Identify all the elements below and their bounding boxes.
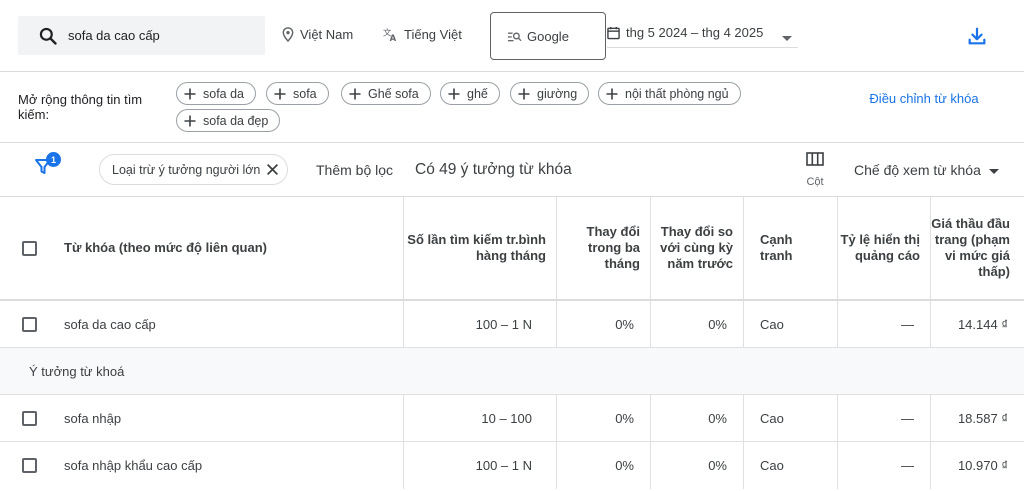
plus-icon xyxy=(274,88,286,100)
yoy-cell: 0% xyxy=(650,301,743,347)
select-all-cell xyxy=(22,197,42,299)
competition-cell: Cao xyxy=(743,442,837,489)
refine-chip-ghe-sofa[interactable]: Ghế sofa xyxy=(341,82,431,105)
competition-cell: Cao xyxy=(743,395,837,441)
row-select-cell xyxy=(22,301,42,347)
refine-chip-ghe[interactable]: ghế xyxy=(440,82,500,105)
columns-label: Cột xyxy=(806,176,824,188)
competition-cell: Cao xyxy=(743,301,837,347)
columns-icon xyxy=(806,152,824,166)
chevron-down-icon xyxy=(988,162,999,178)
three-month-cell: 0% xyxy=(556,301,650,347)
avg-searches-cell: 100 – 1 N xyxy=(403,442,556,489)
location-label: Việt Nam xyxy=(300,27,354,42)
chip-label: nội thất phòng ngủ xyxy=(625,86,729,101)
top-bid-low-cell: 18.587 ₫ xyxy=(930,395,1024,441)
plus-icon xyxy=(606,88,618,100)
header-yoy-change[interactable]: Thay đổi so với cùng kỳ năm trước xyxy=(650,197,743,299)
location-pin-icon xyxy=(282,27,294,42)
view-mode-selector[interactable]: Chế độ xem từ khóa xyxy=(854,162,999,178)
columns-button[interactable]: Cột xyxy=(802,152,828,188)
calendar-icon xyxy=(607,26,620,40)
table-row: sofa nhập 10 – 100 0% 0% Cao — 18.587 ₫ xyxy=(0,395,1024,442)
refine-chip-noi-that-phong-ngu[interactable]: nội thất phòng ngủ xyxy=(598,82,741,105)
avg-searches-cell: 100 – 1 N xyxy=(403,301,556,347)
table-row: sofa nhập khẩu cao cấp 100 – 1 N 0% 0% C… xyxy=(0,442,1024,489)
search-box[interactable] xyxy=(18,16,265,55)
date-range-selector[interactable]: thg 5 2024 – thg 4 2025 xyxy=(607,18,798,48)
refine-chip-sofa[interactable]: sofa xyxy=(266,82,329,105)
header-competition[interactable]: Cạnh tranh xyxy=(743,197,837,299)
table-header-row: Từ khóa (theo mức độ liên quan) Số lần t… xyxy=(0,197,1024,301)
network-selector[interactable]: Google xyxy=(490,12,606,60)
row-select-cell xyxy=(22,395,42,441)
search-network-icon xyxy=(507,30,522,42)
active-filter-label: Loại trừ ý tưởng người lớn xyxy=(112,162,261,177)
plus-icon xyxy=(448,88,460,100)
plus-icon xyxy=(518,88,530,100)
header-avg-searches[interactable]: Số lần tìm kiếm tr.bình hàng tháng xyxy=(403,197,556,299)
refine-label: Mở rộng thông tin tìm kiếm: xyxy=(18,92,143,122)
filter-count-badge: 1 xyxy=(46,152,61,167)
top-bid-low-cell: 14.144 ₫ xyxy=(930,301,1024,347)
download-icon xyxy=(966,25,988,47)
yoy-cell: 0% xyxy=(650,395,743,441)
search-input[interactable] xyxy=(68,28,238,43)
plus-icon xyxy=(184,115,196,127)
chevron-down-icon xyxy=(782,30,792,45)
row-checkbox[interactable] xyxy=(22,316,37,332)
network-label: Google xyxy=(527,28,569,44)
impression-share-cell: — xyxy=(837,301,930,347)
keyword-idea-count: Có 49 ý tưởng từ khóa xyxy=(415,161,572,178)
close-icon[interactable] xyxy=(266,163,279,179)
chip-label: ghế xyxy=(467,86,488,101)
three-month-cell: 0% xyxy=(556,442,650,489)
svg-text:A: A xyxy=(390,33,397,42)
date-range-label: thg 5 2024 – thg 4 2025 xyxy=(626,25,764,40)
translate-icon: 文A xyxy=(383,27,398,42)
language-label: Tiếng Việt xyxy=(404,27,462,42)
filter-bar: 1 Loại trừ ý tưởng người lớn Thêm bộ lọc… xyxy=(0,143,1024,197)
table-row: sofa da cao cấp 100 – 1 N 0% 0% Cao — 14… xyxy=(0,301,1024,348)
refine-chip-sofa-da-dep[interactable]: sofa da đẹp xyxy=(176,109,281,132)
chip-label: Ghế sofa xyxy=(368,86,419,101)
section-header-row: Ý tưởng từ khoá xyxy=(0,348,1024,395)
add-filter-button[interactable]: Thêm bộ lọc xyxy=(316,162,393,178)
header-impression-share[interactable]: Tỷ lệ hiển thị quảng cáo xyxy=(837,197,930,299)
view-mode-label: Chế độ xem từ khóa xyxy=(854,162,981,178)
adjust-keywords-link[interactable]: Điều chỉnh từ khóa xyxy=(862,90,986,107)
plus-icon xyxy=(349,88,361,100)
keyword-cell: sofa da cao cấp xyxy=(64,316,156,332)
header-three-month-change[interactable]: Thay đổi trong ba tháng xyxy=(556,197,650,299)
chip-label: sofa da xyxy=(203,86,245,101)
refine-chip-sofa-da[interactable]: sofa da xyxy=(176,82,257,105)
active-filter-chip[interactable]: Loại trừ ý tưởng người lớn xyxy=(99,154,288,185)
section-label: Ý tưởng từ khoá xyxy=(29,363,125,379)
yoy-cell: 0% xyxy=(650,442,743,489)
row-checkbox[interactable] xyxy=(22,458,37,473)
select-all-checkbox[interactable] xyxy=(22,240,37,256)
header-top-bid-low[interactable]: Giá thầu đầu trang (phạm vi mức giá thấp… xyxy=(930,197,1024,299)
search-icon xyxy=(38,26,58,46)
download-button[interactable] xyxy=(966,25,988,47)
plus-icon xyxy=(184,88,196,100)
impression-share-cell: — xyxy=(837,442,930,489)
keyword-cell: sofa nhập xyxy=(64,410,122,426)
chip-label: sofa da đẹp xyxy=(203,113,269,128)
chip-label: sofa xyxy=(293,86,317,101)
avg-searches-cell: 10 – 100 xyxy=(403,395,556,441)
three-month-cell: 0% xyxy=(556,395,650,441)
location-selector[interactable]: Việt Nam xyxy=(282,27,353,42)
chip-label: giường xyxy=(537,86,578,101)
impression-share-cell: — xyxy=(837,395,930,441)
language-selector[interactable]: 文A Tiếng Việt xyxy=(383,27,462,42)
refine-chip-giuong[interactable]: giường xyxy=(510,82,590,105)
refine-search-bar: Mở rộng thông tin tìm kiếm: sofa da sofa… xyxy=(0,72,1024,143)
top-bid-low-cell: 10.970 ₫ xyxy=(930,442,1024,489)
top-bar: Việt Nam 文A Tiếng Việt Google thg 5 2024… xyxy=(0,0,1024,72)
header-keyword[interactable]: Từ khóa (theo mức độ liên quan) xyxy=(64,197,404,299)
keyword-cell: sofa nhập khẩu cao cấp xyxy=(64,458,203,473)
row-select-cell xyxy=(22,442,42,489)
row-checkbox[interactable] xyxy=(22,410,37,426)
